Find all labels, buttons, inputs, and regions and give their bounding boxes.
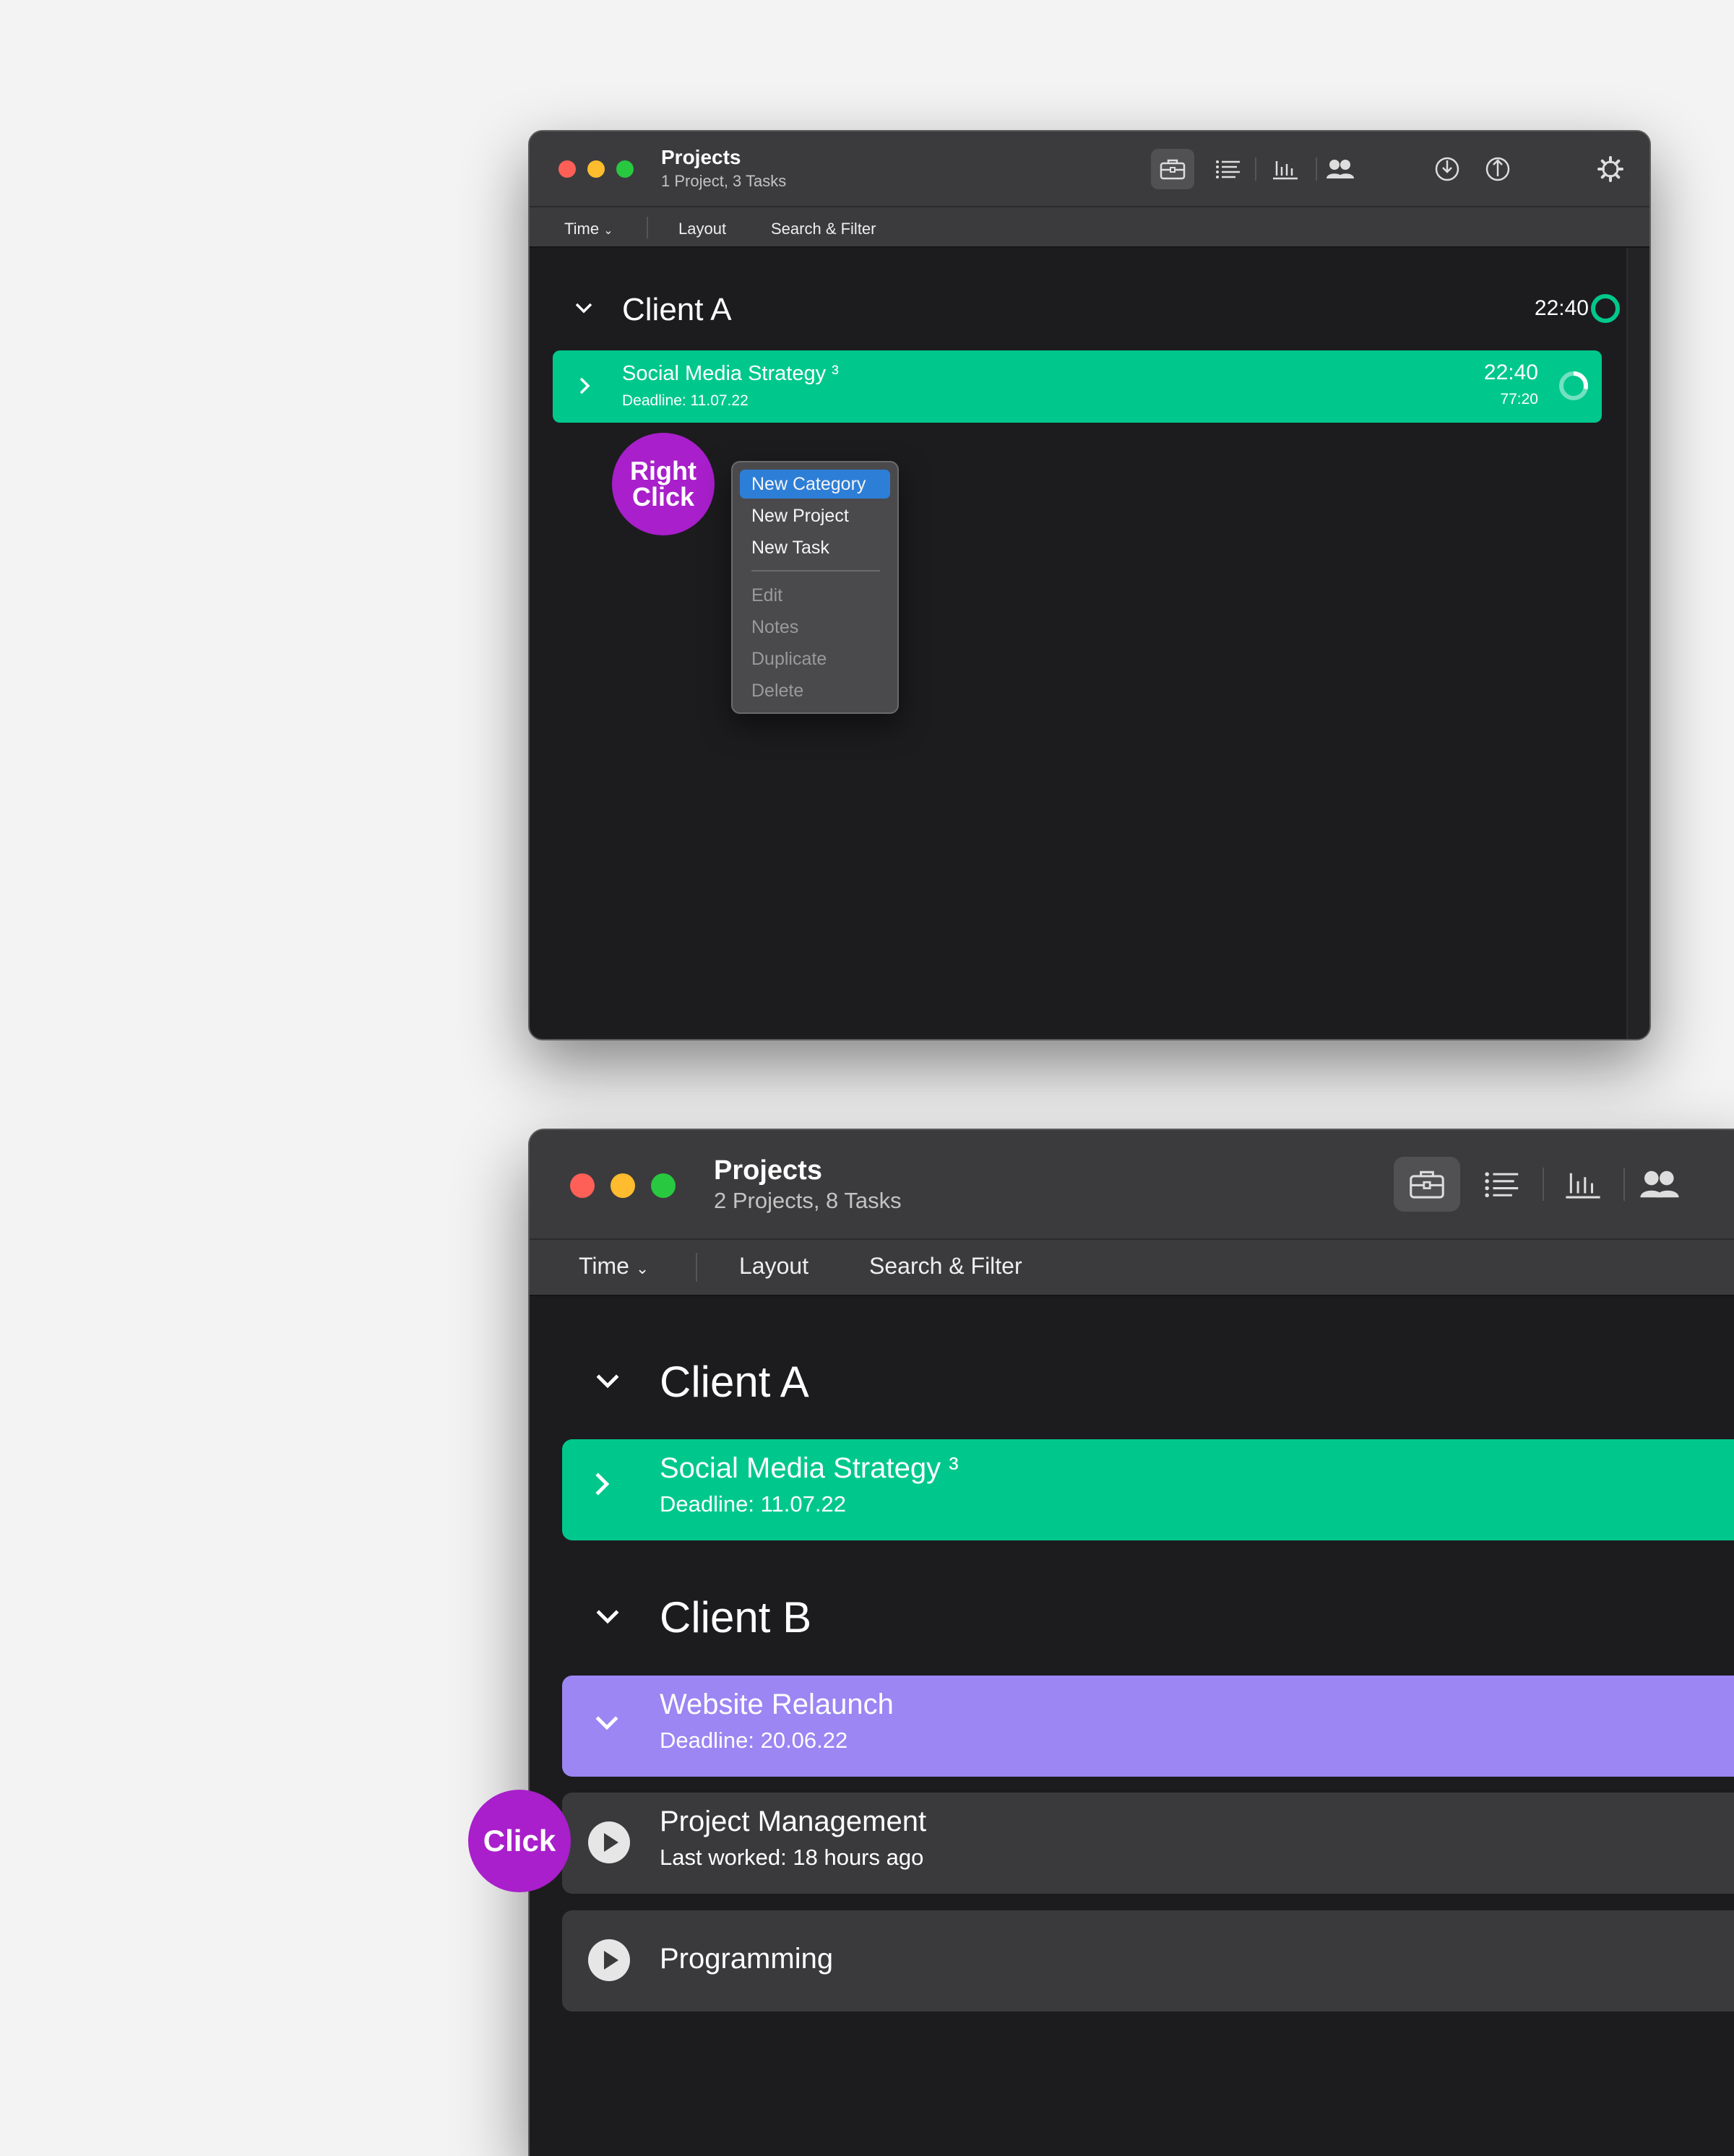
chevron-down-icon[interactable]	[595, 1608, 621, 1628]
window-title: Projects	[714, 1155, 822, 1186]
chevron-right-icon[interactable]	[579, 376, 590, 399]
people-icon[interactable]	[1319, 149, 1362, 189]
window-subtitle: 1 Project, 3 Tasks	[661, 172, 787, 190]
zoom-button[interactable]	[616, 160, 634, 178]
title-bar: Projects 1 Project, 3 Tasks	[530, 131, 1649, 207]
bar-chart-icon[interactable]	[1264, 149, 1307, 189]
projects-window-large: Projects 2 Projects, 8 Tasks Time ⌄ Layo…	[528, 1129, 1734, 2156]
window-title: Projects	[661, 146, 741, 168]
menu-item-delete: Delete	[751, 681, 804, 701]
scrollbar[interactable]	[1626, 248, 1649, 1039]
task-last-worked: Last worked: 18 hours ago	[660, 1845, 924, 1870]
progress-ring-icon	[1559, 371, 1588, 400]
import-icon[interactable]	[1425, 149, 1469, 189]
right-click-badge: Right Click	[612, 433, 715, 535]
layout-menu[interactable]: Layout	[678, 220, 726, 238]
window-subtitle: 2 Projects, 8 Tasks	[714, 1188, 902, 1213]
task-name: Project Management	[660, 1806, 927, 1837]
time-menu[interactable]: Time ⌄	[579, 1253, 649, 1280]
people-icon[interactable]	[1626, 1157, 1693, 1212]
project-deadline: Deadline: 20.06.22	[660, 1728, 848, 1753]
menu-item-new-project[interactable]: New Project	[740, 501, 890, 530]
minimize-button[interactable]	[587, 160, 605, 178]
project-time: 22:40	[1483, 361, 1538, 384]
play-icon[interactable]	[588, 1939, 630, 1981]
close-button[interactable]	[558, 160, 576, 178]
play-icon[interactable]	[588, 1821, 630, 1863]
secondary-toolbar	[530, 1240, 1734, 1296]
progress-ring-icon	[1591, 294, 1620, 323]
minimize-button[interactable]	[611, 1173, 635, 1198]
menu-item-new-task[interactable]: New Task	[740, 533, 890, 562]
project-budget: 77:20	[1500, 391, 1538, 408]
briefcase-icon[interactable]	[1394, 1157, 1460, 1212]
project-deadline: Deadline: 11.07.22	[660, 1491, 846, 1517]
chevron-right-icon[interactable]	[594, 1471, 610, 1501]
search-filter-menu[interactable]: Search & Filter	[771, 220, 876, 238]
chevron-down-icon[interactable]	[594, 1715, 620, 1734]
context-menu: New Category New Project New Task Edit N…	[731, 461, 899, 714]
category-title: Client B	[660, 1593, 812, 1642]
chevron-down-icon[interactable]	[595, 1373, 621, 1392]
chevron-down-icon[interactable]	[574, 302, 593, 317]
click-badge: Click	[468, 1790, 571, 1892]
category-title: Client A	[622, 292, 732, 327]
title-bar: Projects 2 Projects, 8 Tasks	[530, 1130, 1734, 1240]
task-name: Programming	[660, 1943, 834, 1975]
task-row-programming[interactable]: Programming	[562, 1910, 1734, 2011]
gear-icon[interactable]	[1589, 149, 1632, 189]
chevron-down-icon: ⌄	[635, 1259, 650, 1277]
bar-chart-icon[interactable]	[1550, 1157, 1616, 1212]
project-name: Social Media Strategy ³	[660, 1452, 959, 1484]
close-button[interactable]	[570, 1173, 595, 1198]
project-name: Website Relaunch	[660, 1689, 894, 1720]
menu-item-edit: Edit	[751, 585, 783, 605]
zoom-button[interactable]	[651, 1173, 676, 1198]
project-name: Social Media Strategy ³	[622, 362, 839, 385]
project-deadline: Deadline: 11.07.22	[622, 392, 749, 409]
menu-item-duplicate: Duplicate	[751, 649, 827, 669]
category-title: Client A	[660, 1358, 809, 1406]
menu-separator	[751, 570, 880, 572]
project-row-social-media[interactable]: Social Media Strategy ³ Deadline: 11.07.…	[553, 350, 1602, 423]
project-row-website-relaunch[interactable]: Website Relaunch Deadline: 20.06.22	[562, 1676, 1734, 1777]
export-icon[interactable]	[1476, 149, 1519, 189]
project-row-social-media[interactable]: Social Media Strategy ³ Deadline: 11.07.…	[562, 1439, 1734, 1540]
layout-menu[interactable]: Layout	[739, 1253, 808, 1280]
briefcase-icon[interactable]	[1151, 149, 1194, 189]
menu-item-notes: Notes	[751, 617, 799, 637]
time-menu[interactable]: Time ⌄	[564, 220, 613, 238]
category-time: 22:40	[1534, 296, 1589, 320]
projects-window-small: Projects 1 Project, 3 Tasks Time ⌄ Layou…	[528, 130, 1651, 1040]
task-row-project-management[interactable]: Project Management Last worked: 18 hours…	[562, 1793, 1734, 1894]
chevron-down-icon: ⌄	[603, 225, 613, 237]
list-icon[interactable]	[1207, 149, 1250, 189]
menu-item-new-category[interactable]: New Category	[740, 470, 890, 499]
search-filter-menu[interactable]: Search & Filter	[869, 1253, 1022, 1280]
list-icon[interactable]	[1469, 1157, 1535, 1212]
